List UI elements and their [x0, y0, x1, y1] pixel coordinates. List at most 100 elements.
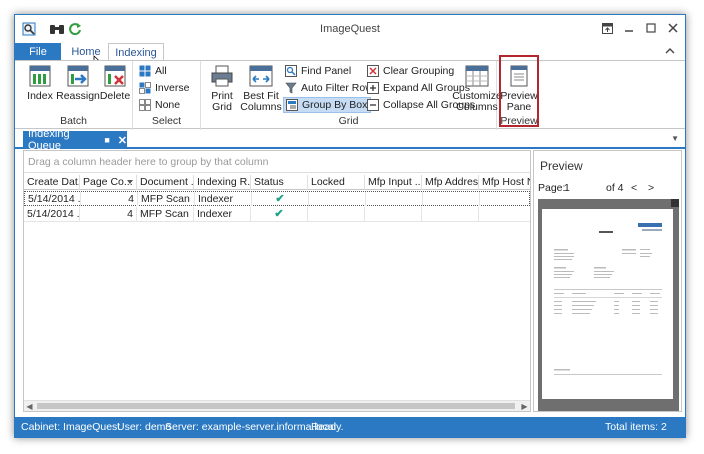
preview-page-navigation: Page: 1 of 4 < >	[538, 182, 680, 196]
print-grid-button[interactable]: Print Grid	[205, 64, 239, 113]
delete-icon	[102, 64, 128, 88]
scroll-right-icon[interactable]: ▶	[519, 401, 530, 412]
cell-create-date: 5/14/2014 ...	[25, 192, 81, 206]
index-icon	[27, 64, 53, 88]
find-panel-icon	[285, 65, 297, 77]
select-all-label: All	[155, 65, 167, 77]
status-check-icon: ✔	[252, 192, 309, 206]
grid-header-row: Create Dat... Page Co... Document ... In…	[24, 175, 530, 190]
group-by-box-label: Group By Box	[302, 99, 368, 111]
application-window: ImageQuest File Home Indexing Index Reas…	[14, 14, 686, 438]
cell-document: MFP Scan	[138, 192, 195, 206]
ribbon-group-select: All Inverse None Select	[133, 61, 201, 130]
document-preview	[538, 199, 679, 411]
status-user: User: demo	[117, 421, 172, 433]
cell-indexing-role: Indexer	[194, 207, 251, 221]
clear-grouping-button[interactable]: Clear Grouping	[367, 63, 454, 79]
ribbon-tabs: File Home Indexing	[15, 43, 685, 69]
status-total-items: Total items: 2	[605, 421, 667, 433]
column-header-document[interactable]: Document ...	[137, 175, 194, 190]
clear-grouping-label: Clear Grouping	[383, 65, 455, 77]
reassign-button[interactable]: Reassign	[56, 64, 100, 102]
expand-all-icon	[367, 82, 379, 94]
scroll-left-icon[interactable]: ◀	[24, 401, 35, 412]
document-tab-strip: Indexing Queue ■ ✕ ▼	[15, 128, 685, 152]
horizontal-scrollbar[interactable]: ◀ ▶	[24, 400, 530, 411]
tab-indexing-queue[interactable]: Indexing Queue ■ ✕	[23, 128, 127, 152]
column-header-mfp-host[interactable]: Mfp Host N...	[479, 175, 530, 190]
chevron-down-icon[interactable]: ▼	[671, 134, 679, 143]
cell-document: MFP Scan	[137, 207, 194, 221]
indexing-queue-label: Indexing Queue	[28, 128, 70, 152]
find-panel-button[interactable]: Find Panel	[285, 63, 351, 79]
column-header-create-date[interactable]: Create Dat...	[24, 175, 80, 190]
collapse-all-icon	[367, 99, 379, 111]
group-by-box-button[interactable]: Group By Box	[283, 97, 372, 113]
grid-group-label: Grid	[338, 115, 359, 127]
column-header-indexing-role[interactable]: Indexing R...	[194, 175, 251, 190]
minimize-button[interactable]	[619, 19, 639, 37]
maximize-button[interactable]	[641, 19, 661, 37]
preview-highlight-box	[499, 55, 539, 127]
page-count-header-label: Page Co...	[83, 176, 133, 188]
preview-pane-title: Preview	[540, 159, 583, 173]
delete-label: Delete	[99, 90, 131, 102]
clear-grouping-icon	[367, 65, 379, 77]
cell-page-count: 4	[81, 192, 138, 206]
cell-locked	[308, 207, 365, 221]
status-bar: Cabinet: ImageQuest User: demo Server: e…	[15, 417, 685, 437]
find-panel-label: Find Panel	[301, 65, 352, 77]
preview-pane: Preview Page: 1 of 4 < >	[533, 150, 682, 412]
filter-icon	[285, 82, 297, 94]
pin-icon[interactable]: ■	[104, 135, 109, 145]
select-all-button[interactable]: All	[139, 63, 167, 79]
scrollbar-thumb[interactable]	[37, 403, 515, 409]
select-none-button[interactable]: None	[139, 97, 180, 113]
scroll-down-icon[interactable]	[671, 199, 679, 207]
select-all-icon	[139, 65, 151, 77]
select-none-label: None	[155, 99, 181, 111]
window-title: ImageQuest	[320, 23, 380, 35]
column-header-mfp-input[interactable]: Mfp Input ...	[365, 175, 422, 190]
table-row[interactable]: 5/14/2014 ... 4 MFP Scan Indexer ✔	[24, 207, 530, 222]
auto-filter-row-label: Auto Filter Row	[301, 82, 373, 94]
column-header-mfp-address[interactable]: Mfp Address	[422, 175, 479, 190]
close-button[interactable]	[663, 19, 683, 37]
cell-indexing-role: Indexer	[195, 192, 252, 206]
column-header-locked[interactable]: Locked	[308, 175, 365, 190]
best-fit-icon	[248, 64, 274, 88]
best-fit-label-2: Columns	[240, 101, 282, 113]
auto-filter-row-button[interactable]: Auto Filter Row	[285, 80, 373, 96]
prev-page-button[interactable]: <	[631, 182, 637, 194]
group-by-panel[interactable]: Drag a column header here to group by th…	[24, 151, 530, 173]
group-by-box-icon	[286, 99, 298, 111]
invoice-page-image	[554, 223, 662, 375]
table-row[interactable]: 5/14/2014 ... 4 MFP Scan Indexer ✔	[24, 191, 530, 206]
select-inverse-label: Inverse	[155, 82, 190, 94]
tab-file[interactable]: File	[15, 43, 61, 61]
ribbon: Index Reassign Delete Batch All Inverse …	[15, 60, 685, 130]
status-cabinet: Cabinet: ImageQuest	[21, 421, 121, 433]
column-header-page-count[interactable]: Page Co...	[80, 175, 137, 190]
delete-button[interactable]: Delete	[99, 64, 131, 102]
page-count-label: of 4	[606, 182, 624, 194]
close-tab-icon[interactable]: ✕	[118, 134, 127, 147]
cell-mfp-input	[365, 207, 422, 221]
print-grid-label-2: Grid	[212, 101, 232, 113]
cell-mfp-address	[423, 192, 480, 206]
next-page-button[interactable]: >	[648, 182, 654, 194]
customize-columns-button[interactable]: Customize Columns	[452, 64, 502, 113]
select-inverse-button[interactable]: Inverse	[139, 80, 189, 96]
status-check-icon: ✔	[251, 207, 308, 221]
page-number-input[interactable]: 1	[564, 182, 570, 194]
index-button[interactable]: Index	[23, 64, 57, 102]
restore-layout-icon[interactable]	[597, 19, 617, 37]
select-none-icon	[139, 99, 151, 111]
collapse-ribbon-icon[interactable]	[665, 46, 675, 58]
invoice-thumbnail	[542, 209, 673, 399]
customize-columns-label-2: Columns	[456, 101, 498, 113]
printer-icon	[209, 64, 235, 88]
best-fit-columns-button[interactable]: Best Fit Columns	[240, 64, 282, 113]
column-header-status[interactable]: Status	[251, 175, 308, 190]
tab-indexing[interactable]: Indexing	[108, 43, 164, 61]
